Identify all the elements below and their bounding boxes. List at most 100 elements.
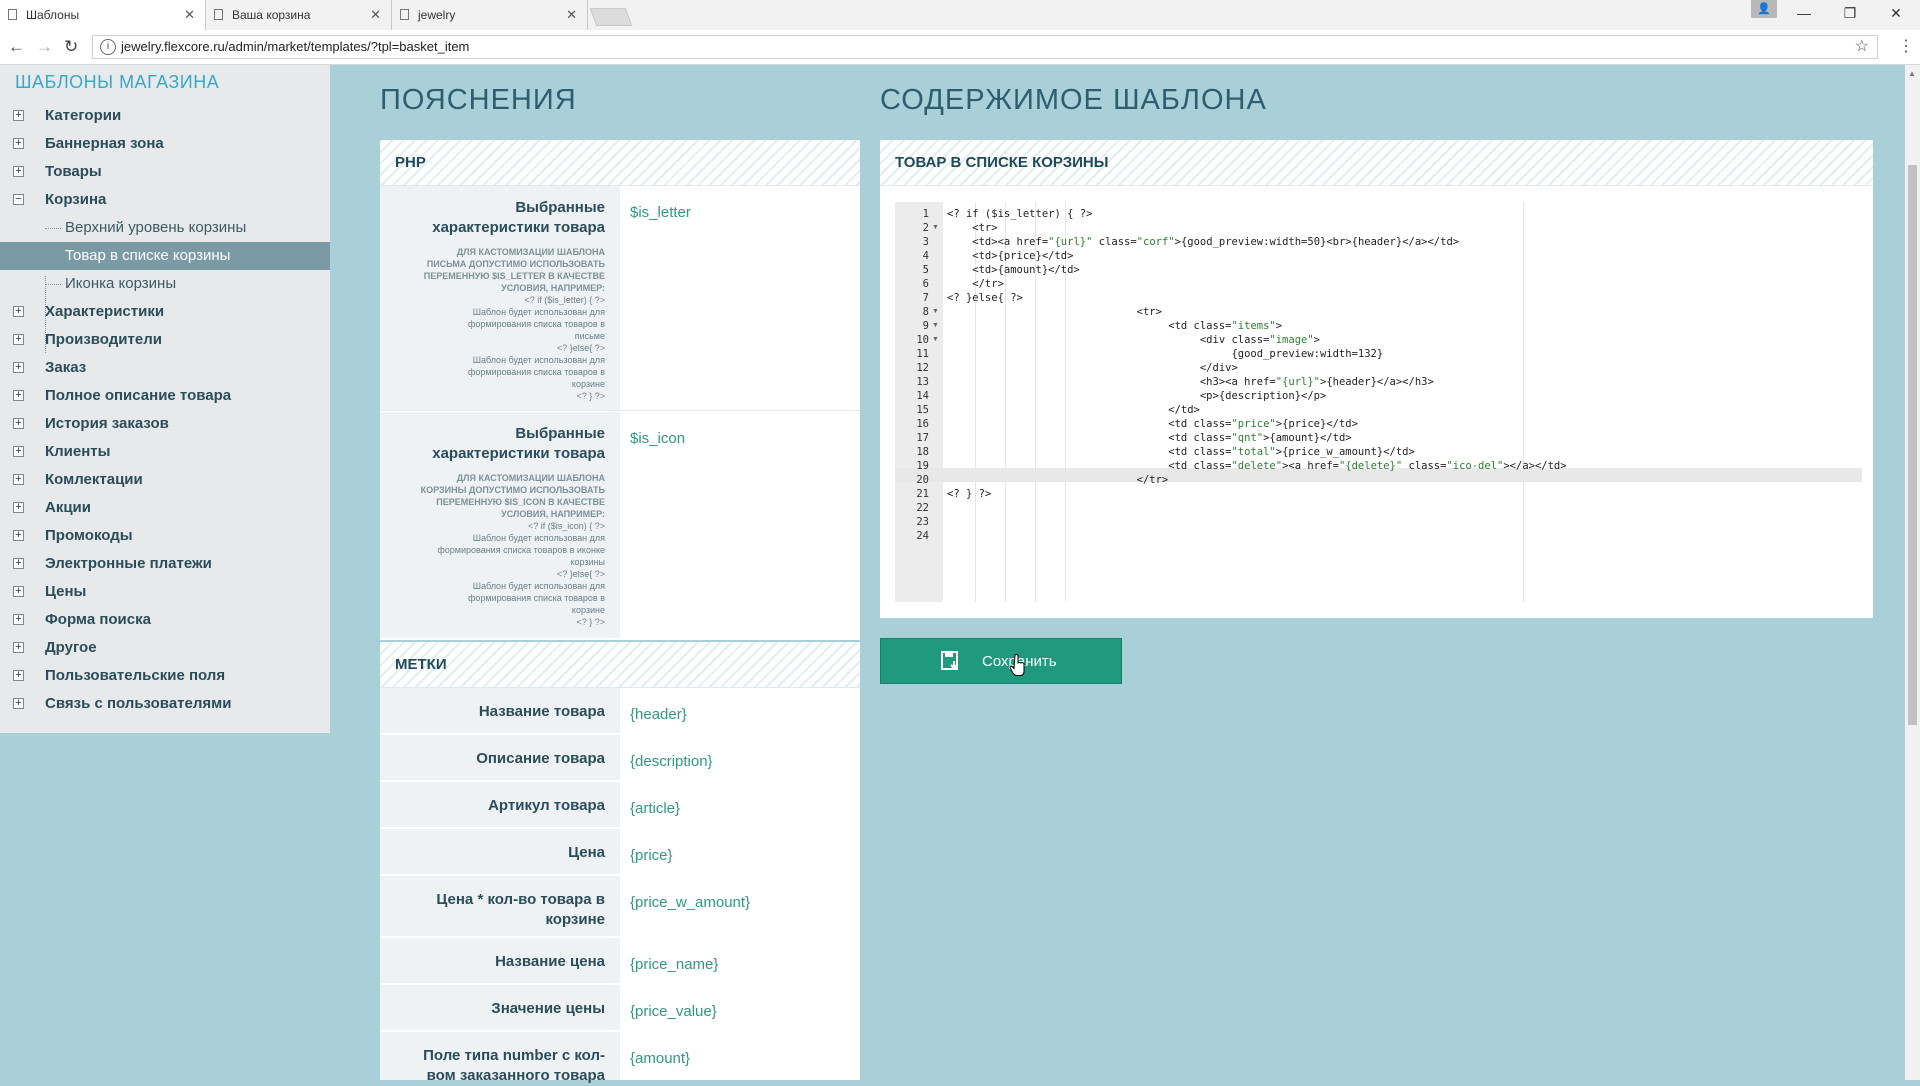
code-line[interactable]: <p>{description}</p> <box>947 389 1326 403</box>
expand-icon[interactable]: + <box>13 446 24 457</box>
php-var-value[interactable]: $is_icon <box>630 430 685 447</box>
sidebar-item-promocodes[interactable]: + Промокоды <box>0 522 330 550</box>
expand-icon[interactable]: + <box>13 614 24 625</box>
sidebar-item-order-history[interactable]: + История заказов <box>0 410 330 438</box>
expand-icon[interactable]: + <box>13 334 24 345</box>
minimize-icon[interactable]: — <box>1781 0 1827 28</box>
expand-icon[interactable]: + <box>13 166 24 177</box>
close-window-icon[interactable]: ✕ <box>1873 0 1919 28</box>
code-line[interactable]: <td class="delete"><a href="{delete}" cl… <box>947 459 1566 473</box>
sidebar-item-banner-zone[interactable]: + Баннерная зона <box>0 130 330 158</box>
code-line[interactable]: <td><a href="{url}" class="corf">{good_p… <box>947 235 1459 249</box>
sidebar-item-order[interactable]: + Заказ <box>0 354 330 382</box>
code-line[interactable]: <? }else{ ?> <box>947 291 1023 305</box>
sidebar-item-clients[interactable]: + Клиенты <box>0 438 330 466</box>
page-scrollbar[interactable]: ▲ <box>1905 65 1920 1080</box>
code-line[interactable]: <td class="price">{price}</td> <box>947 417 1358 431</box>
close-tab-icon[interactable]: ✕ <box>184 0 195 30</box>
collapse-icon[interactable]: − <box>13 194 24 205</box>
code-line[interactable]: </td> <box>947 403 1200 417</box>
code-line[interactable]: </tr> <box>947 277 1004 291</box>
new-tab-button[interactable] <box>589 8 633 26</box>
expand-icon[interactable]: + <box>13 586 24 597</box>
code-editor[interactable]: 1 <? if ($is_letter) { ?> 2 ▼ <tr> 3 <td><a … <box>895 202 1862 602</box>
sidebar-item-promotions[interactable]: + Акции <box>0 494 330 522</box>
back-icon[interactable]: ← <box>8 30 25 64</box>
code-line[interactable]: <td class="items"> <box>947 319 1282 333</box>
sidebar-item-full-description[interactable]: + Полное описание товара <box>0 382 330 410</box>
bookmark-star-icon[interactable]: ☆ <box>1855 36 1869 58</box>
fold-arrow-icon[interactable]: ▼ <box>932 305 939 319</box>
code-line[interactable]: <tr> <box>947 221 997 235</box>
tab-templates[interactable]: Шаблоны ✕ <box>0 0 206 30</box>
sidebar-item-prices[interactable]: + Цены <box>0 578 330 606</box>
sidebar-item-characteristics[interactable]: + Характеристики <box>0 298 330 326</box>
code-line[interactable]: </tr> <box>947 473 1169 487</box>
browser-menu-icon[interactable]: ⋮ <box>1898 30 1914 64</box>
expand-icon[interactable]: + <box>13 670 24 681</box>
sidebar-item-custom-fields[interactable]: + Пользовательские поля <box>0 662 330 690</box>
scroll-up-icon[interactable]: ▲ <box>1908 69 1916 78</box>
expand-icon[interactable]: + <box>13 418 24 429</box>
code-line[interactable]: <? if ($is_letter) { ?> <box>947 207 1092 221</box>
expand-icon[interactable]: + <box>13 138 24 149</box>
sidebar-subitem-cart-item[interactable]: Товар в списке корзины <box>0 242 330 270</box>
url-text[interactable]: jewelry.flexcore.ru/admin/market/templat… <box>121 36 469 58</box>
code-line[interactable]: <td>{price}</td> <box>947 249 1073 263</box>
code-line[interactable]: <h3><a href="{url}">{header}</a></h3> <box>947 375 1434 389</box>
close-tab-icon[interactable]: ✕ <box>566 0 577 30</box>
mark-value[interactable]: {price_w_amount} <box>630 894 750 911</box>
fold-arrow-icon[interactable]: ▼ <box>932 319 939 333</box>
expand-icon[interactable]: + <box>13 502 24 513</box>
mark-value[interactable]: {amount} <box>630 1050 690 1067</box>
save-button[interactable]: Сохранить <box>880 638 1122 684</box>
code-line[interactable]: </div> <box>947 361 1238 375</box>
mark-value[interactable]: {price} <box>630 847 673 864</box>
code-line[interactable]: <div class="image"> <box>947 333 1320 347</box>
sidebar-item-categories[interactable]: + Категории <box>0 102 330 130</box>
code-line[interactable]: <? } ?> <box>947 487 991 501</box>
mark-value[interactable]: {header} <box>630 706 687 723</box>
sidebar-subitem-cart-icon[interactable]: Иконка корзины <box>0 270 330 298</box>
site-info-icon[interactable]: i <box>100 39 116 55</box>
expand-icon[interactable]: + <box>13 474 24 485</box>
restore-icon[interactable]: ❐ <box>1827 0 1873 28</box>
code-line[interactable]: <td>{amount}</td> <box>947 263 1079 277</box>
code-line[interactable]: <td class="total">{price_w_amount}</td> <box>947 445 1415 459</box>
sidebar-item-products[interactable]: + Товары <box>0 158 330 186</box>
expand-icon[interactable]: + <box>13 362 24 373</box>
expand-icon[interactable]: + <box>13 306 24 317</box>
expand-icon[interactable]: + <box>13 558 24 569</box>
tab-jewelry[interactable]: jewelry ✕ <box>392 0 588 30</box>
close-tab-icon[interactable]: ✕ <box>370 0 381 30</box>
expand-icon[interactable]: + <box>13 530 24 541</box>
sidebar-item-e-payments[interactable]: + Электронные платежи <box>0 550 330 578</box>
scrollbar-thumb[interactable] <box>1908 165 1917 725</box>
sidebar-item-bundles[interactable]: + Комлектации <box>0 466 330 494</box>
expand-icon[interactable]: + <box>13 110 24 121</box>
tab-cart[interactable]: Ваша корзина ✕ <box>206 0 392 30</box>
expand-icon[interactable]: + <box>13 698 24 709</box>
mark-value[interactable]: {article} <box>630 800 680 817</box>
sidebar-item-search-form[interactable]: + Форма поиска <box>0 606 330 634</box>
expand-icon[interactable]: + <box>13 642 24 653</box>
mark-value[interactable]: {description} <box>630 753 713 770</box>
address-bar[interactable]: i jewelry.flexcore.ru/admin/market/templ… <box>92 35 1878 59</box>
reload-icon[interactable]: ↻ <box>64 30 78 64</box>
sidebar-item-other[interactable]: + Другое <box>0 634 330 662</box>
expand-icon[interactable]: + <box>13 390 24 401</box>
sidebar-subitem-cart-top-level[interactable]: Верхний уровень корзины <box>0 214 330 242</box>
forward-icon[interactable]: → <box>36 30 53 64</box>
mark-value[interactable]: {price_name} <box>630 956 718 973</box>
mark-value[interactable]: {price_value} <box>630 1003 717 1020</box>
sidebar-item-user-contact[interactable]: + Связь с пользователями <box>0 690 330 718</box>
code-line[interactable]: <td class="qnt">{amount}</td> <box>947 431 1351 445</box>
code-line[interactable]: <tr> <box>947 305 1162 319</box>
php-var-value[interactable]: $is_letter <box>630 204 691 221</box>
sidebar-item-manufacturers[interactable]: + Производители <box>0 326 330 354</box>
fold-arrow-icon[interactable]: ▼ <box>932 221 939 235</box>
fold-arrow-icon[interactable]: ▼ <box>932 333 939 347</box>
sidebar-item-cart[interactable]: − Корзина <box>0 186 330 214</box>
code-line[interactable]: {good_preview:width=132} <box>947 347 1383 361</box>
user-profile-icon[interactable]: 👤 <box>1751 0 1777 18</box>
